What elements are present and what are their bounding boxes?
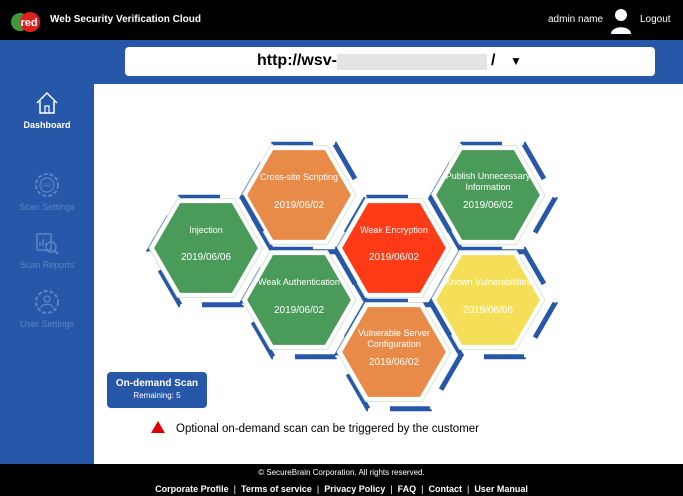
url-suffix: /: [491, 52, 496, 69]
footer-link-contact[interactable]: Contact: [428, 484, 462, 494]
sidebar-item-label: Scan Settings: [19, 202, 75, 212]
footer-link-privacy-policy[interactable]: Privacy Policy: [324, 484, 385, 494]
hex-date-publish-unnecessary-information: 2019/06/02: [462, 200, 514, 211]
hex-date-vulnerable-server-configuration: 2019/06/02: [368, 357, 420, 368]
footer: © SecureBrain Corporation. All rights re…: [0, 464, 683, 496]
sidebar-item-user-settings[interactable]: User Settings: [0, 289, 94, 329]
footer-separator: |: [316, 484, 320, 494]
hex-label-vulnerable-server-configuration: Vulnerable Server Configuration: [358, 328, 430, 349]
sidebar-item-label: Scan Reports: [19, 260, 75, 270]
on-demand-scan-title: On-demand Scan: [115, 378, 199, 389]
hex-date-cross-site-scripting: 2019/06/02: [273, 200, 325, 211]
url-prefix: http://wsv-: [257, 52, 337, 69]
red-triangle-marker-icon: [151, 421, 165, 433]
footer-link-corporate-profile[interactable]: Corporate Profile: [155, 484, 229, 494]
sidebar-item-label: User Settings: [19, 319, 75, 329]
on-demand-note: Optional on-demand scan can be triggered…: [176, 423, 480, 435]
report-search-icon: [36, 233, 59, 255]
hex-label-cross-site-scripting: Cross-site Scripting: [259, 172, 339, 182]
sidebar-item-dashboard[interactable]: Dashboard: [0, 90, 94, 130]
user-gear-icon: [35, 290, 59, 314]
copyright-text: © SecureBrain Corporation. All rights re…: [258, 468, 425, 477]
on-demand-scan-remaining: Remaining: 5: [133, 391, 181, 400]
footer-link-faq[interactable]: FAQ: [398, 484, 417, 494]
sidebar-item-scan-settings[interactable]: URL Scan Settings: [0, 172, 94, 212]
footer-links: Corporate Profile | Terms of service | Priva…: [0, 484, 683, 494]
red-logo-icon: red: [11, 12, 40, 32]
sidebar: Dashboard URL Scan Settings Scan Reports…: [0, 84, 94, 464]
home-icon: [36, 91, 58, 114]
hex-date-weak-encryption: 2019/06/02: [368, 252, 420, 263]
on-demand-scan-button[interactable]: On-demand Scan Remaining: 5: [107, 372, 207, 408]
footer-separator: |: [421, 484, 424, 494]
url-settings-icon: URL: [35, 173, 59, 197]
footer-link-terms-of-service[interactable]: Terms of service: [241, 484, 312, 494]
app-title: Web Security Verification Cloud: [50, 14, 201, 25]
hex-date-known-vulnerabilities: 2019/06/06: [462, 305, 514, 316]
site-url-selector[interactable]: http://wsv- / ▼: [125, 47, 655, 76]
hex-label-weak-authentication: Weak Authentication: [258, 277, 340, 287]
footer-separator: |: [233, 484, 236, 494]
hex-label-injection: Injection: [189, 225, 223, 235]
svg-text:red: red: [20, 17, 37, 29]
svg-text:URL: URL: [42, 183, 52, 189]
chevron-down-icon[interactable]: ▼: [510, 54, 522, 68]
top-bar: red Web Security Verification Cloud admi…: [0, 0, 683, 40]
hex-label-publish-unnecessary-information: Publish Unnecessary Information: [445, 171, 531, 192]
footer-separator: |: [466, 484, 470, 494]
hex-label-known-vulnerabilities: Known Vulnerabilities: [445, 277, 531, 287]
redacted-url-segment: [337, 54, 487, 70]
sidebar-item-label: Dashboard: [23, 120, 71, 130]
footer-link-user-manual[interactable]: User Manual: [474, 484, 528, 494]
hex-date-weak-authentication: 2019/06/02: [273, 305, 325, 316]
sidebar-item-scan-reports[interactable]: Scan Reports: [0, 230, 94, 270]
logout-link[interactable]: Logout: [640, 14, 671, 25]
user-avatar-icon[interactable]: [610, 8, 632, 34]
hex-date-injection: 2019/06/06: [180, 252, 232, 263]
footer-separator: |: [390, 484, 393, 494]
hex-label-weak-encryption: Weak Encryption: [360, 225, 428, 235]
admin-name[interactable]: admin name: [548, 14, 603, 25]
